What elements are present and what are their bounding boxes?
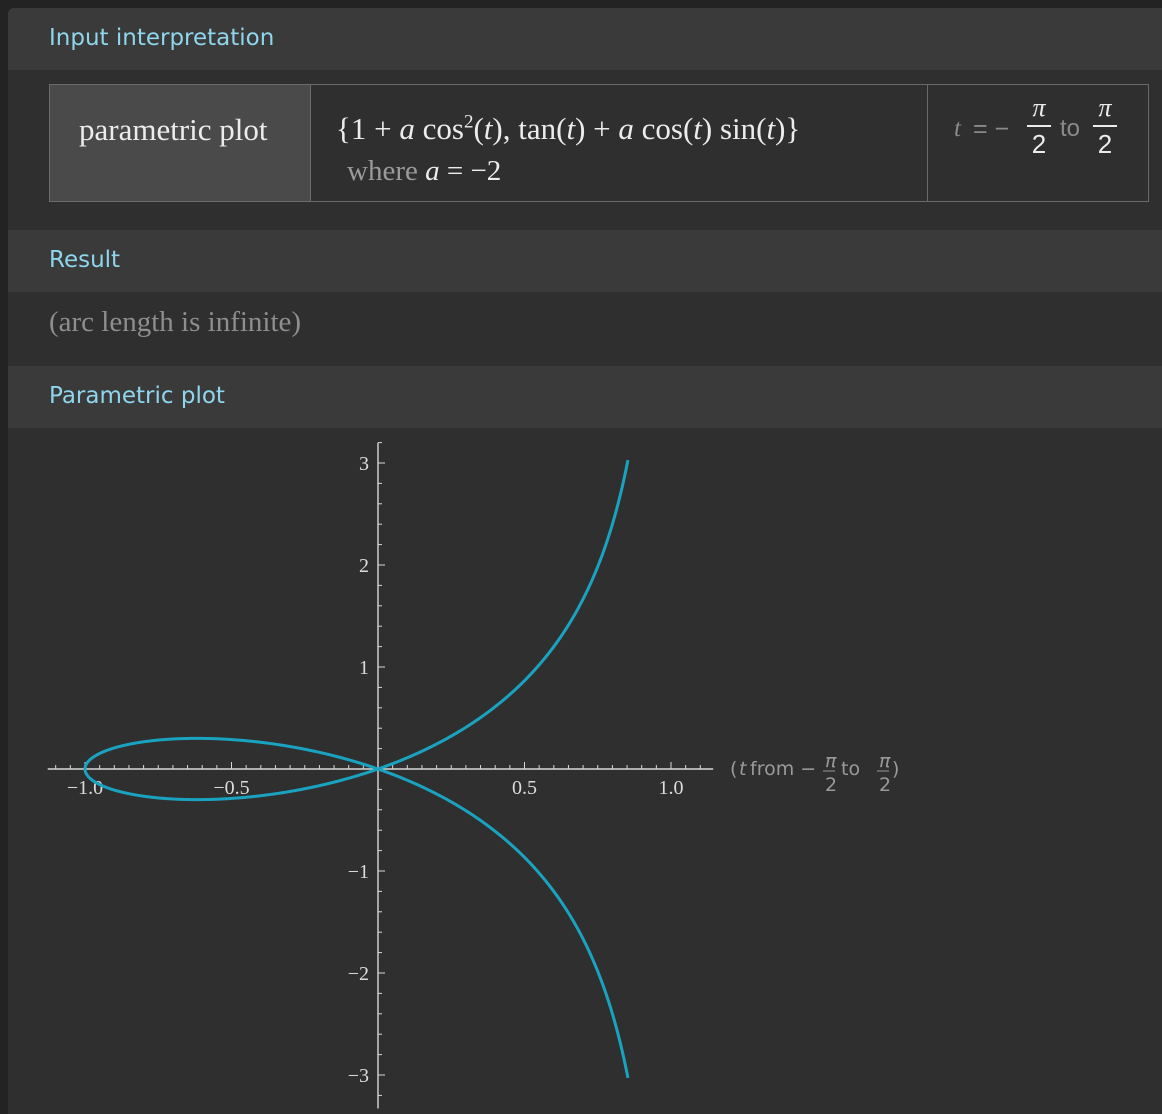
result-header: Result bbox=[8, 230, 1162, 292]
fraction-numerator: π bbox=[1032, 93, 1046, 122]
y-tick-label: 2 bbox=[359, 555, 369, 577]
input-interpretation-table: parametric plot {1 + a cos2(t), tan(t) +… bbox=[49, 84, 1149, 202]
legend-open-paren: ( bbox=[730, 758, 737, 780]
expression-cell: {1 + a cos2(t), tan(t) + a cos(t) sin(t)… bbox=[311, 85, 928, 201]
expr-var: a bbox=[618, 111, 634, 146]
legend-close-paren: ) bbox=[892, 758, 899, 780]
legend-frac-num: π bbox=[825, 750, 837, 772]
x-tick-label: 1.0 bbox=[659, 777, 684, 799]
fraction-denominator: 2 bbox=[1031, 129, 1047, 159]
range-var: t bbox=[954, 115, 961, 142]
expr-var: t bbox=[766, 111, 776, 146]
expr-var: a bbox=[399, 111, 415, 146]
parameter-assignment: where a = −2 bbox=[347, 155, 501, 188]
range-end-fraction: π 2 bbox=[1093, 93, 1117, 160]
result-title: Result bbox=[49, 247, 121, 273]
expr-part: ) + bbox=[575, 111, 619, 146]
parametric-plot-chart: −1.0 −0.5 0.5 1.0321−1−2−3 (t from − π2 to π… bbox=[47, 442, 899, 1109]
expr-part: ( bbox=[473, 111, 484, 146]
parametric-expression: {1 + a cos2(t), tan(t) + a cos(t) sin(t)… bbox=[336, 111, 800, 147]
expr-var: t bbox=[693, 111, 702, 146]
legend-var: t bbox=[739, 758, 748, 780]
legend-frac-den: 2 bbox=[825, 774, 837, 796]
fraction-denominator: 2 bbox=[1097, 129, 1113, 159]
y-tick-label: −3 bbox=[348, 1065, 369, 1087]
plot-type-label: parametric plot bbox=[79, 112, 268, 147]
fraction-bar bbox=[1027, 125, 1051, 127]
y-tick-label: −1 bbox=[348, 861, 369, 883]
expr-part: ), tan( bbox=[492, 111, 567, 146]
legend-from: from − bbox=[750, 758, 816, 780]
x-tick-label: 0.5 bbox=[512, 777, 537, 799]
fraction-bar bbox=[1093, 125, 1117, 127]
curve-upper-branch bbox=[83, 459, 630, 802]
plot-type-cell: parametric plot bbox=[50, 85, 311, 201]
plot-range-legend: (t from − π2 to π2) bbox=[730, 750, 899, 796]
parametric-plot-title: Parametric plot bbox=[49, 383, 225, 409]
input-interpretation-header: Input interpretation bbox=[8, 8, 1162, 70]
range-equals: = − bbox=[966, 115, 1010, 143]
expr-part: {1 + bbox=[336, 111, 400, 146]
expr-part: ) sin( bbox=[701, 111, 767, 146]
range-start-fraction: π 2 bbox=[1027, 93, 1051, 160]
fraction-numerator: π bbox=[1098, 93, 1112, 122]
x-tick-label: −0.5 bbox=[213, 777, 249, 799]
y-tick-label: −2 bbox=[348, 963, 369, 985]
curve-lower-branch bbox=[83, 736, 630, 1079]
plot-axes bbox=[47, 442, 714, 1109]
where-value: = −2 bbox=[439, 155, 502, 187]
expr-var: t bbox=[566, 111, 576, 146]
range-cell: t = − π 2 to π 2 bbox=[928, 85, 1148, 201]
y-tick-label: 1 bbox=[359, 657, 369, 679]
expr-part: )} bbox=[775, 111, 801, 146]
input-interpretation-title: Input interpretation bbox=[49, 25, 275, 51]
legend-to: to bbox=[841, 758, 860, 780]
expr-part: cos( bbox=[633, 111, 694, 146]
range-to: to bbox=[1060, 115, 1081, 142]
legend-frac-den: 2 bbox=[879, 774, 891, 796]
result-text: (arc length is infinite) bbox=[49, 306, 302, 338]
parametric-plot-header: Parametric plot bbox=[8, 366, 1162, 428]
results-container: Input interpretation parametric plot {1 … bbox=[8, 8, 1162, 1114]
legend-frac-num: π bbox=[879, 750, 891, 772]
expr-part: cos bbox=[414, 111, 464, 146]
y-tick-label: 3 bbox=[359, 453, 369, 475]
where-var: a bbox=[425, 155, 440, 187]
where-word: where bbox=[347, 155, 426, 187]
x-tick-label: −1.0 bbox=[67, 777, 103, 799]
